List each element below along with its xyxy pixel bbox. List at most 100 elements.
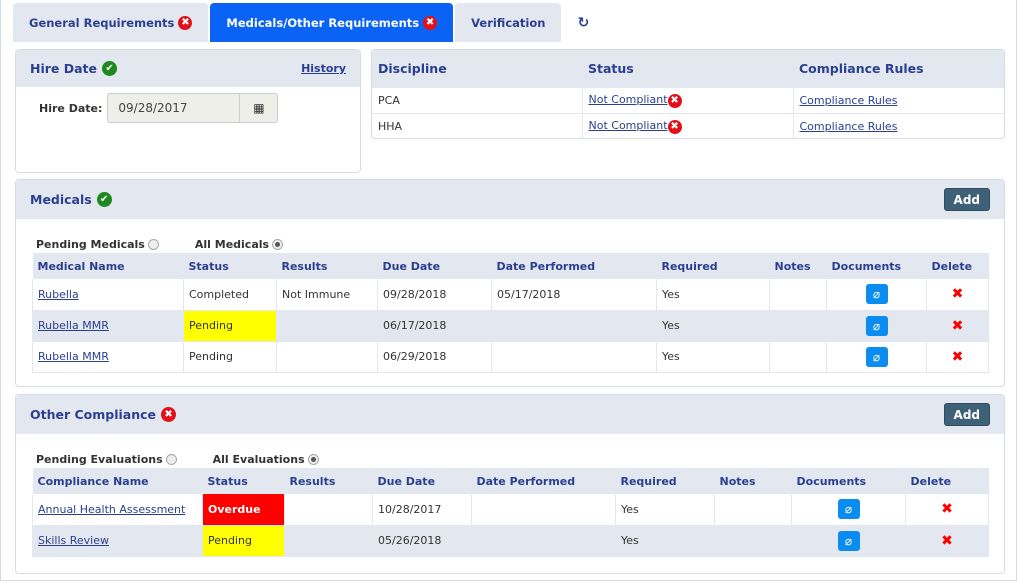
radio-all-medicals[interactable] <box>272 238 284 250</box>
col-notes: Notes <box>769 253 827 279</box>
delete-cell: ✖ <box>926 279 989 311</box>
history-link[interactable]: History <box>301 62 346 75</box>
due-date-cell: 09/28/2018 <box>377 279 492 311</box>
filter-all-medicals[interactable]: All Medicals <box>194 235 284 253</box>
col-required: Required <box>615 468 715 494</box>
item-name-link[interactable]: Annual Health Assessment <box>38 503 185 516</box>
delete-cell: ✖ <box>926 310 989 342</box>
error-icon: ✖ <box>161 407 177 422</box>
col-delete: Delete <box>926 253 989 279</box>
tab-label: Verification <box>471 15 546 30</box>
required-cell: Yes <box>615 525 715 557</box>
error-icon: ✖ <box>423 15 438 30</box>
delete-cell: ✖ <box>926 341 989 373</box>
check-icon: ✔ <box>96 192 112 207</box>
name-cell: Skills Review <box>32 525 203 557</box>
filter-all-evaluations[interactable]: All Evaluations <box>213 450 319 468</box>
results-cell: Not Immune <box>276 279 378 311</box>
tab-medicals-other-requirements[interactable]: Medicals/Other Requirements ✖ <box>210 3 454 42</box>
item-name-link[interactable]: Rubella MMR <box>38 319 109 332</box>
other-compliance-table: Compliance Name Status Results Due Date Date… <box>32 468 989 557</box>
refresh-icon[interactable]: ↻ <box>563 3 603 42</box>
paperclip-icon[interactable]: ⌀ <box>865 284 888 305</box>
error-icon: ✖ <box>667 119 682 134</box>
hire-date-title: Hire Date <box>30 61 98 76</box>
add-medical-button[interactable]: Add <box>943 188 990 211</box>
paperclip-icon[interactable]: ⌀ <box>837 530 860 551</box>
tab-general-requirements[interactable]: General Requirements ✖ <box>13 3 209 42</box>
delete-icon[interactable]: ✖ <box>952 349 964 365</box>
error-icon: ✖ <box>667 93 682 108</box>
delete-icon[interactable]: ✖ <box>941 501 953 517</box>
hire-date-header: Hire Date ✔ History <box>16 50 360 87</box>
results-cell <box>284 494 373 526</box>
item-name-link[interactable]: Rubella MMR <box>38 350 109 363</box>
rules-cell: Compliance Rules <box>793 112 1004 138</box>
not-compliant-link[interactable]: Not Compliant <box>589 119 668 132</box>
hire-date-input[interactable]: 09/28/2017 ▦ <box>107 93 279 123</box>
compliance-rules-link[interactable]: Compliance Rules <box>800 120 898 133</box>
filter-pending-medicals[interactable]: Pending Medicals <box>36 235 159 253</box>
date-performed-cell <box>491 310 657 342</box>
table-row: Skills Review Pending 05/26/2018 Yes ⌀ ✖ <box>32 525 989 557</box>
required-cell: Yes <box>615 494 715 526</box>
due-date-cell: 05/26/2018 <box>372 525 472 557</box>
discipline-table: Discipline Status Compliance Rules PCA N… <box>372 50 1004 138</box>
notes-cell <box>714 494 792 526</box>
status-cell: Overdue <box>202 494 285 526</box>
delete-icon[interactable]: ✖ <box>952 318 964 334</box>
col-compliance-name: Compliance Name <box>32 468 203 494</box>
col-required: Required <box>656 253 770 279</box>
item-name-link[interactable]: Rubella <box>38 288 79 301</box>
paperclip-icon[interactable]: ⌀ <box>837 499 860 520</box>
paperclip-icon[interactable]: ⌀ <box>865 346 888 367</box>
table-row: PCA Not Compliant ✖ Compliance Rules <box>372 86 1004 113</box>
radio-all-evaluations[interactable] <box>307 453 319 465</box>
evaluations-filters: Pending Evaluations All Evaluations <box>16 434 1004 468</box>
due-date-cell: 06/29/2018 <box>377 341 492 373</box>
hire-date-label: Hire Date: <box>39 101 103 115</box>
status-cell: Pending <box>183 310 277 342</box>
due-date-cell: 06/17/2018 <box>377 310 492 342</box>
status-cell: Pending <box>183 341 277 373</box>
other-compliance-panel: Other Compliance ✖ Add Pending Evaluatio… <box>15 394 1005 574</box>
delete-icon[interactable]: ✖ <box>952 286 964 302</box>
calendar-icon[interactable]: ▦ <box>239 94 277 122</box>
col-due-date: Due Date <box>377 253 492 279</box>
filter-pending-evaluations[interactable]: Pending Evaluations <box>36 450 177 468</box>
filter-label: Pending Medicals <box>36 237 145 251</box>
name-cell: Annual Health Assessment <box>32 494 203 526</box>
filter-label: All Medicals <box>194 237 270 251</box>
item-name-link[interactable]: Skills Review <box>38 534 109 547</box>
medicals-table: Medical Name Status Results Due Date Date Pe… <box>32 253 989 373</box>
tab-verification[interactable]: Verification <box>455 3 562 42</box>
col-documents: Documents <box>826 253 927 279</box>
notes-cell <box>769 310 827 342</box>
compliance-rules-link[interactable]: Compliance Rules <box>800 94 898 107</box>
medicals-header: Medicals ✔ Add <box>16 180 1004 219</box>
col-medical-name: Medical Name <box>32 253 184 279</box>
add-compliance-button[interactable]: Add <box>943 403 990 426</box>
col-compliance-rules: Compliance Rules <box>793 50 1004 87</box>
col-status: Status <box>183 253 277 279</box>
status-cell: Completed <box>183 279 277 311</box>
radio-pending-medicals[interactable] <box>147 238 159 250</box>
hire-date-value: 09/28/2017 <box>118 101 188 115</box>
filter-label: All Evaluations <box>212 452 305 466</box>
documents-cell: ⌀ <box>791 525 906 557</box>
paperclip-icon[interactable]: ⌀ <box>865 315 888 336</box>
col-date-performed: Date Performed <box>491 253 657 279</box>
date-performed-cell: 05/17/2018 <box>491 279 657 311</box>
medicals-panel: Medicals ✔ Add Pending Medicals All Medi… <box>15 179 1005 387</box>
radio-pending-evaluations[interactable] <box>165 453 177 465</box>
name-cell: Rubella MMR <box>32 341 184 373</box>
required-cell: Yes <box>656 279 770 311</box>
delete-icon[interactable]: ✖ <box>941 533 953 549</box>
discipline-cell: PCA <box>372 86 583 113</box>
not-compliant-link[interactable]: Not Compliant <box>589 93 668 106</box>
delete-cell: ✖ <box>905 525 989 557</box>
due-date-cell: 10/28/2017 <box>372 494 472 526</box>
col-documents: Documents <box>791 468 906 494</box>
medicals-filters: Pending Medicals All Medicals <box>16 219 1004 253</box>
tab-label: General Requirements <box>29 15 175 30</box>
